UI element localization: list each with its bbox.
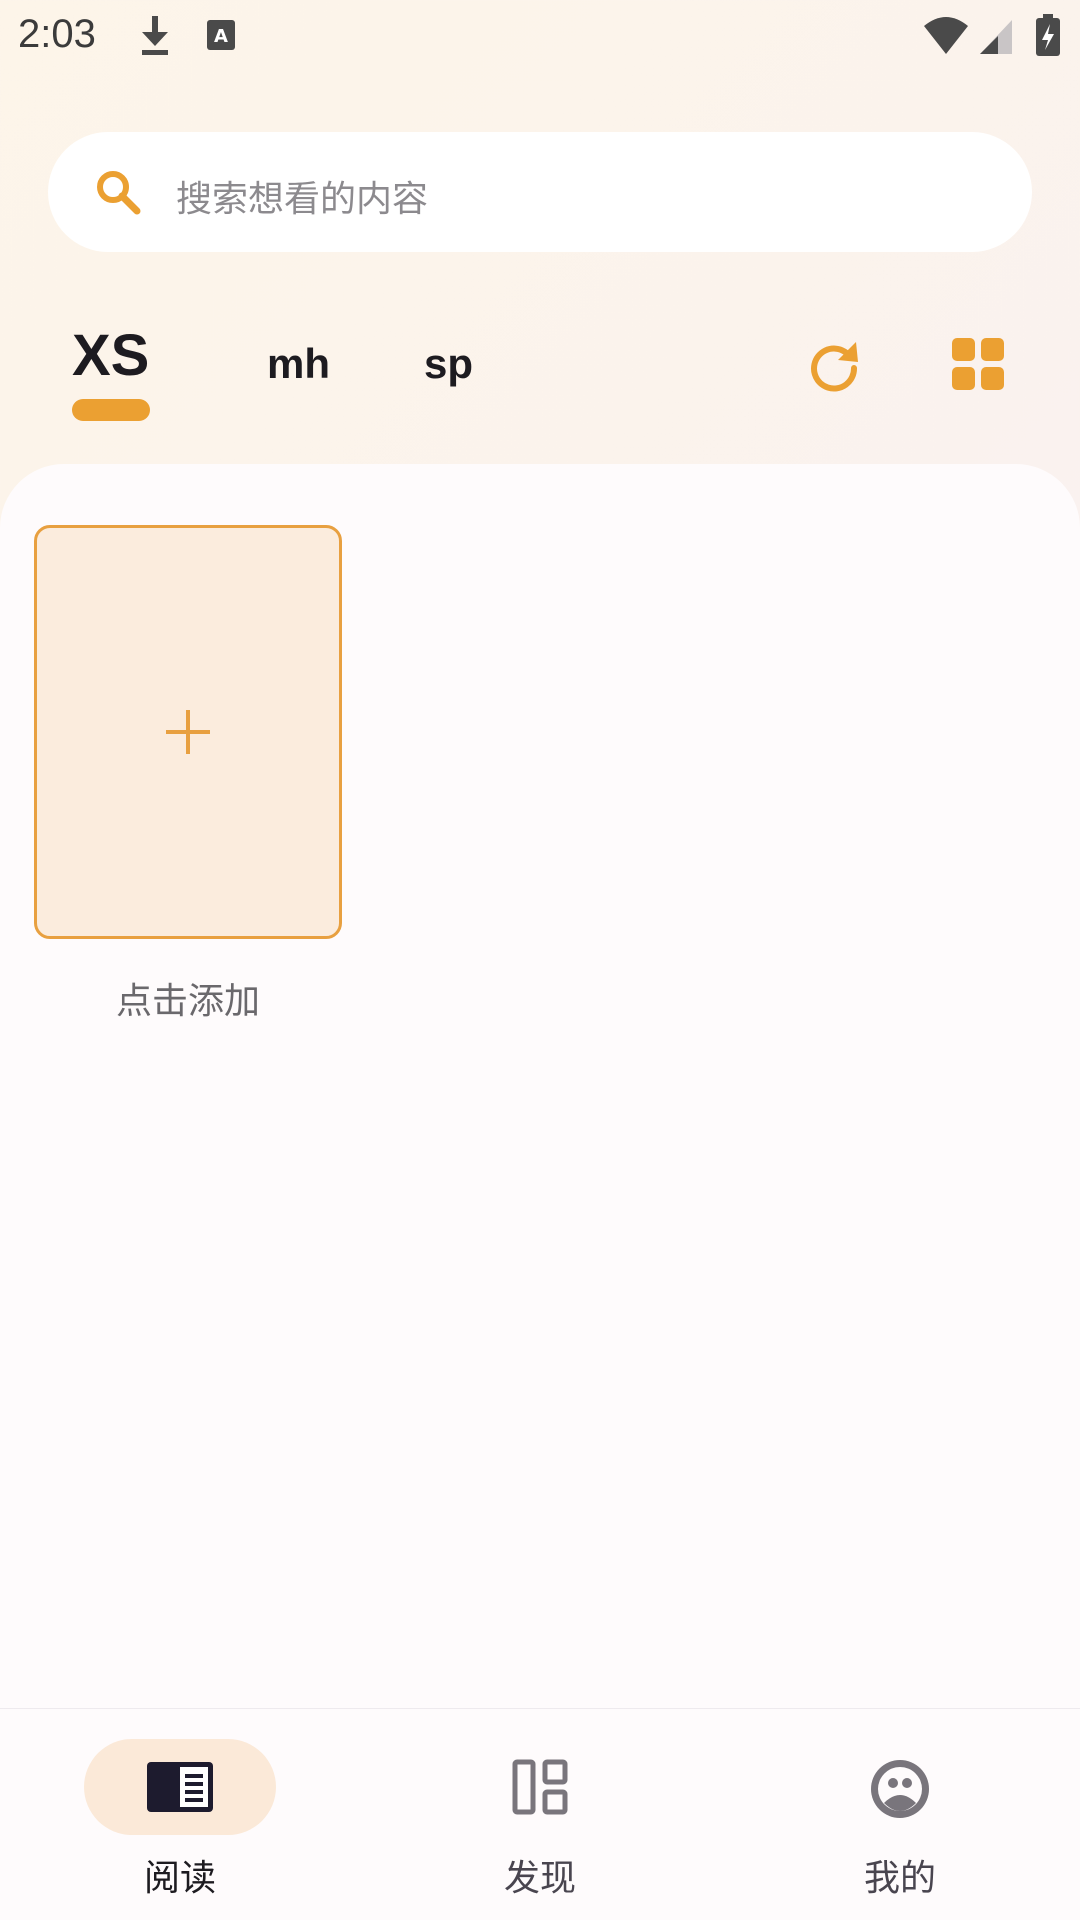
search-icon <box>94 168 142 220</box>
search-placeholder[interactable]: 搜索想看的内容 <box>176 170 428 222</box>
plus-icon <box>164 708 212 760</box>
add-book-label: 点击添加 <box>115 981 260 1022</box>
signal-icon <box>978 14 1014 62</box>
tab-sp[interactable]: sp <box>424 340 473 388</box>
tab-active-indicator <box>72 399 150 421</box>
refresh-icon <box>811 342 858 392</box>
explore-layout-icon <box>512 1759 568 1819</box>
svg-text:A: A <box>214 26 228 47</box>
profile-face-icon <box>868 1757 932 1825</box>
a-text-icon: A <box>206 14 236 58</box>
tab-xs[interactable]: XS <box>72 322 149 389</box>
status-time: 2:03 <box>18 12 96 56</box>
nav-label-read: 阅读 <box>143 1858 216 1899</box>
grid-view-button[interactable] <box>950 336 1006 392</box>
bottom-nav: 阅读 发现 我的 <box>0 1708 1080 1920</box>
nav-label-discover: 发现 <box>503 1858 576 1899</box>
download-icon <box>138 14 172 62</box>
wifi-icon <box>922 14 970 62</box>
nav-item-read[interactable]: 阅读 <box>0 1709 360 1920</box>
nav-label-mine: 我的 <box>863 1858 936 1899</box>
status-bar: 2:03 A <box>0 0 1080 74</box>
grid-view-icon <box>952 338 1004 390</box>
tab-mh[interactable]: mh <box>267 340 330 388</box>
nav-item-mine[interactable]: 我的 <box>720 1709 1080 1920</box>
nav-item-discover[interactable]: 发现 <box>360 1709 720 1920</box>
book-icon <box>146 1761 214 1817</box>
battery-charging-icon <box>1034 14 1062 62</box>
refresh-button[interactable] <box>804 336 864 396</box>
